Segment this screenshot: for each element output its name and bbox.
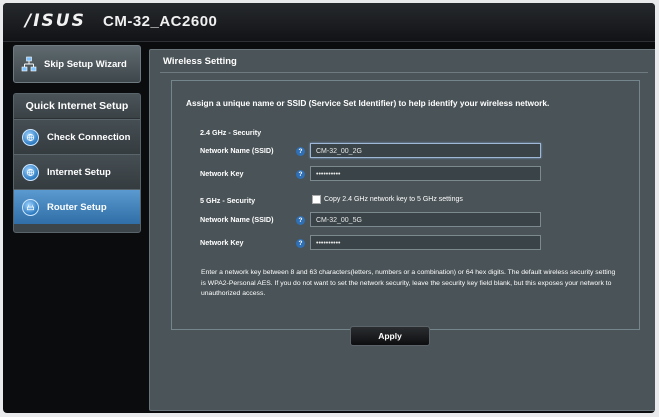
- qis-title: Quick Internet Setup: [14, 94, 140, 119]
- quick-internet-setup-panel: Quick Internet Setup Check Connection In…: [13, 93, 141, 233]
- help-icon[interactable]: ?: [296, 170, 305, 179]
- ssid-label-24ghz: Network Name (SSID): [200, 146, 274, 155]
- key-label-5ghz: Network Key: [200, 238, 244, 247]
- key-label-24ghz: Network Key: [200, 169, 244, 178]
- globe-icon: [22, 128, 39, 146]
- title-divider: [160, 72, 648, 73]
- network-icon: [21, 56, 37, 72]
- sidebar-item-check-connection[interactable]: Check Connection: [14, 119, 140, 154]
- ssid-input-5ghz[interactable]: CM-32_00_5G: [310, 212, 541, 227]
- help-icon[interactable]: ?: [296, 147, 305, 156]
- model-name: CM-32_AC2600: [103, 13, 218, 30]
- wireless-settings-box: Assign a unique name or SSID (Service Se…: [171, 80, 640, 330]
- ssid-label-5ghz: Network Name (SSID): [200, 215, 274, 224]
- key-input-24ghz[interactable]: ••••••••••: [310, 166, 541, 181]
- page-title: Wireless Setting: [163, 56, 237, 67]
- sidebar-item-label: Internet Setup: [47, 166, 111, 178]
- main-panel: Wireless Setting Assign a unique name or…: [149, 49, 655, 411]
- sidebar-item-router-setup[interactable]: Router Setup: [14, 189, 140, 224]
- apply-button[interactable]: Apply: [350, 326, 430, 346]
- header-bar: /ISUS CM-32_AC2600: [3, 3, 655, 42]
- key-input-5ghz[interactable]: ••••••••••: [310, 235, 541, 250]
- skip-setup-wizard-label: Skip Setup Wizard: [44, 58, 127, 70]
- security-note: Enter a network key between 8 and 63 cha…: [201, 269, 616, 297]
- asus-logo: /ISUS: [25, 11, 86, 31]
- sidebar-item-label: Router Setup: [47, 201, 107, 213]
- skip-setup-wizard-button[interactable]: Skip Setup Wizard: [13, 45, 141, 83]
- copy-key-checkbox[interactable]: [312, 195, 321, 204]
- router-icon: [22, 198, 39, 216]
- instruction-text: Assign a unique name or SSID (Service Se…: [186, 98, 550, 108]
- sidebar-item-label: Check Connection: [47, 131, 131, 143]
- copy-key-label: Copy 2.4 GHz network key to 5 GHz settin…: [324, 196, 463, 203]
- router-window: /ISUS CM-32_AC2600 Skip Setup Wizard Qui…: [3, 3, 655, 413]
- section-title-5ghz: 5 GHz - Security: [200, 196, 256, 205]
- sidebar-item-internet-setup[interactable]: Internet Setup: [14, 154, 140, 189]
- section-title-24ghz: 2.4 GHz - Security: [200, 128, 262, 137]
- copy-key-row[interactable]: Copy 2.4 GHz network key to 5 GHz settin…: [312, 195, 463, 204]
- globe-icon: [22, 163, 39, 181]
- ssid-input-24ghz[interactable]: CM-32_00_2G: [310, 143, 541, 158]
- help-icon[interactable]: ?: [296, 239, 305, 248]
- help-icon[interactable]: ?: [296, 216, 305, 225]
